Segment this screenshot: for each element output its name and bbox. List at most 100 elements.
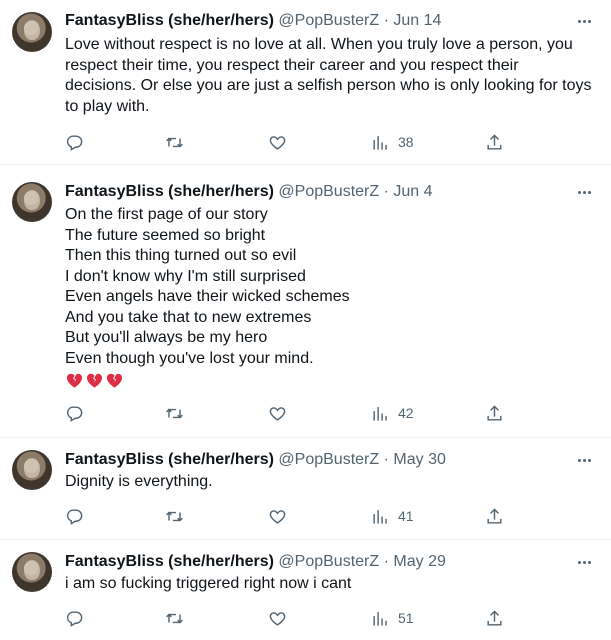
separator: · (383, 12, 389, 29)
username-handle[interactable]: @PopBusterZ (278, 451, 379, 468)
more-icon[interactable] (573, 551, 595, 573)
tweet-text-line: And you take that to new extremes (65, 308, 312, 326)
tweet-text-line: The future seemed so bright (65, 226, 266, 244)
like-icon (269, 406, 286, 421)
reply-button[interactable] (65, 130, 84, 154)
retweet-button[interactable] (165, 130, 184, 154)
views-button[interactable]: 38 (371, 130, 414, 154)
reply-button[interactable] (65, 401, 84, 425)
reply-icon (66, 508, 83, 525)
more-icon[interactable] (573, 181, 595, 203)
views-icon (373, 135, 387, 150)
reply-button[interactable] (65, 504, 84, 528)
tweet-text-line: Even though you've lost your mind. (65, 349, 314, 367)
reply-icon (66, 134, 83, 151)
like-icon (269, 135, 286, 150)
views-count: 42 (398, 405, 414, 421)
display-name[interactable]: FantasyBliss (she/her/hers) (65, 12, 274, 29)
emoji-row (65, 371, 600, 390)
tweet-text: Dignity is everything. (65, 472, 600, 493)
views-count: 51 (398, 610, 414, 626)
tweet[interactable]: FantasyBliss (she/her/hers) @PopBusterZ … (0, 438, 611, 540)
retweet-icon (166, 408, 183, 418)
tweet-text-line: Then this thing turned out so evil (65, 247, 297, 264)
views-icon (373, 509, 387, 524)
retweet-button[interactable] (165, 504, 184, 528)
tweet-text-line: Dignity is everything. (65, 473, 213, 490)
views-icon (373, 406, 387, 421)
share-button[interactable] (485, 606, 504, 630)
like-button[interactable] (268, 130, 287, 154)
reply-icon (66, 405, 83, 422)
tweet-date[interactable]: May 29 (393, 553, 445, 570)
tweet-text-line: i am so fucking triggered right now i ca… (65, 575, 352, 592)
like-button[interactable] (268, 606, 287, 630)
reply-icon (66, 610, 83, 627)
views-button[interactable]: 41 (371, 504, 414, 528)
like-icon (269, 509, 286, 524)
more-icon[interactable] (573, 10, 595, 32)
reply-button[interactable] (65, 606, 84, 630)
tweet-actions: 51 (65, 606, 515, 630)
separator: · (383, 553, 389, 570)
broken-heart-icon (66, 373, 83, 388)
separator: · (383, 451, 389, 468)
like-button[interactable] (268, 401, 287, 425)
avatar[interactable] (12, 182, 52, 222)
tweet-text-line: I don't know why I'm still surprised (65, 267, 306, 285)
tweet-actions: 38 (65, 130, 515, 154)
share-icon (487, 133, 502, 150)
share-icon (487, 404, 502, 421)
retweet-icon (166, 613, 183, 623)
tweet-text-line: On the first page of our story (65, 206, 268, 223)
views-count: 38 (398, 134, 414, 150)
views-button[interactable]: 42 (371, 401, 414, 425)
username-handle[interactable]: @PopBusterZ (278, 183, 379, 200)
username-handle[interactable]: @PopBusterZ (278, 553, 379, 570)
tweet-header: FantasyBliss (she/her/hers) @PopBusterZ … (65, 449, 446, 471)
tweet-text: i am so fucking triggered right now i ca… (65, 574, 600, 595)
separator: · (383, 183, 389, 200)
tweet[interactable]: FantasyBliss (she/her/hers) @PopBusterZ … (0, 0, 611, 165)
tweet-header: FantasyBliss (she/her/hers) @PopBusterZ … (65, 181, 433, 203)
like-icon (269, 611, 286, 626)
tweet-text: On the first page of our story The futur… (65, 205, 600, 390)
share-icon (487, 609, 502, 626)
tweet-date[interactable]: Jun 4 (393, 183, 432, 200)
tweet-date[interactable]: Jun 14 (393, 12, 441, 29)
tweet-header: FantasyBliss (she/her/hers) @PopBusterZ … (65, 551, 446, 573)
tweet-text-line: respect their time, you respect their ca… (65, 56, 519, 74)
avatar[interactable] (12, 450, 52, 490)
tweet-header: FantasyBliss (she/her/hers) @PopBusterZ … (65, 10, 441, 32)
share-button[interactable] (485, 504, 504, 528)
retweet-button[interactable] (165, 401, 184, 425)
like-button[interactable] (268, 504, 287, 528)
avatar[interactable] (12, 12, 52, 52)
display-name[interactable]: FantasyBliss (she/her/hers) (65, 183, 274, 200)
views-count: 41 (398, 508, 414, 524)
tweet-text-line: Even angels have their wicked schemes (65, 288, 350, 305)
tweet-text-line: But you'll always be my hero (65, 329, 268, 346)
tweet[interactable]: FantasyBliss (she/her/hers) @PopBusterZ … (0, 165, 611, 438)
tweet[interactable]: FantasyBliss (she/her/hers) @PopBusterZ … (0, 540, 611, 640)
username-handle[interactable]: @PopBusterZ (278, 12, 379, 29)
display-name[interactable]: FantasyBliss (she/her/hers) (65, 451, 274, 468)
display-name[interactable]: FantasyBliss (she/her/hers) (65, 553, 274, 570)
tweet-text-line: decisions. Or else you are just a selfis… (65, 77, 592, 94)
broken-heart-icon (106, 373, 123, 388)
views-button[interactable]: 51 (371, 606, 414, 630)
tweet-actions: 41 (65, 504, 515, 528)
more-icon[interactable] (573, 449, 595, 471)
avatar[interactable] (12, 552, 52, 592)
retweet-icon (166, 137, 183, 147)
tweet-text-line: Love without respect is no love at all. … (65, 36, 573, 53)
tweet-actions: 42 (65, 401, 515, 425)
share-button[interactable] (485, 130, 504, 154)
share-icon (487, 507, 502, 524)
views-icon (373, 611, 387, 626)
tweet-date[interactable]: May 30 (393, 451, 445, 468)
share-button[interactable] (485, 401, 504, 425)
retweet-icon (166, 511, 183, 521)
tweet-text-line: to play with. (65, 97, 150, 115)
retweet-button[interactable] (165, 606, 184, 630)
